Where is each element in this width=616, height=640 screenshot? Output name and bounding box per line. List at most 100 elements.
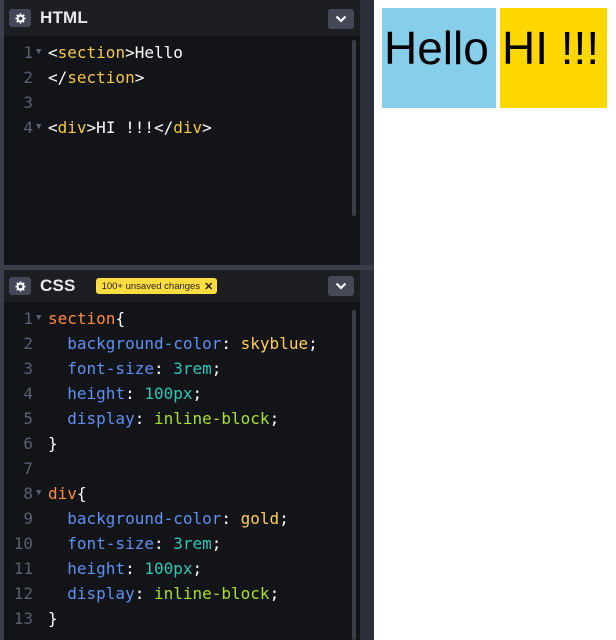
line-number: 6 [23, 434, 33, 453]
code-text: section{ [48, 306, 125, 331]
code-token: ; [211, 534, 222, 553]
css-code-line[interactable]: 12 display: inline-block; [4, 581, 344, 606]
code-token: background-color [67, 509, 222, 528]
css-code-line[interactable]: 11 height: 100px; [4, 556, 344, 581]
html-settings-button[interactable] [9, 9, 31, 27]
line-number: 8 [23, 484, 33, 503]
unsaved-changes-badge[interactable]: 100+ unsaved changes ✕ [95, 278, 218, 294]
code-token: { [76, 484, 87, 503]
code-token: div [57, 118, 87, 137]
code-text: font-size: 3rem; [48, 356, 221, 381]
code-token: } [48, 434, 58, 453]
code-text: display: inline-block; [48, 581, 279, 606]
code-text: height: 100px; [48, 381, 202, 406]
line-number: 11 [13, 559, 33, 578]
html-editor-panel: HTML 1 ▼ <section>Hello 2 </section> 3 4 ▼ <div>… [4, 0, 360, 265]
line-number: 9 [23, 509, 33, 528]
css-code-line[interactable]: 5 display: inline-block; [4, 406, 344, 431]
html-collapse-button[interactable] [328, 9, 354, 29]
code-token: } [48, 609, 58, 628]
html-code-line[interactable]: 2 </section> [4, 65, 344, 90]
code-token: >HI !!!</ [86, 118, 174, 137]
css-code-line[interactable]: 13} [4, 606, 344, 631]
code-text: display: inline-block; [48, 406, 279, 431]
code-text: background-color: gold; [48, 506, 289, 531]
code-token: > [134, 68, 145, 87]
code-token: 100px [144, 559, 193, 578]
html-scrollbar[interactable] [352, 40, 356, 216]
code-token: < [48, 118, 58, 137]
code-token: section [48, 309, 116, 328]
code-token: : [221, 334, 241, 353]
fold-arrow-icon[interactable]: ▼ [36, 115, 41, 140]
css-code-line[interactable]: 6} [4, 431, 344, 456]
code-token: : [134, 409, 154, 428]
html-panel-header: HTML [4, 0, 360, 36]
code-token: gold [240, 509, 280, 528]
code-token: : [153, 534, 174, 553]
code-token: : [125, 384, 145, 403]
code-token: 3rem [173, 359, 212, 378]
gear-icon [14, 12, 26, 24]
code-token: ; [192, 559, 203, 578]
code-text: height: 100px; [48, 556, 202, 581]
fold-arrow-icon[interactable]: ▼ [36, 306, 41, 331]
line-number: 2 [23, 334, 33, 353]
css-scrollbar[interactable] [352, 310, 356, 640]
close-icon[interactable]: ✕ [204, 280, 213, 293]
code-token: background-color [67, 334, 222, 353]
code-token: div [173, 118, 203, 137]
code-text: background-color: skyblue; [48, 331, 318, 356]
preview-section-box: Hello [382, 8, 496, 108]
code-token: ; [192, 384, 203, 403]
code-token: ; [308, 334, 318, 353]
result-preview: Hello HI !!! [374, 0, 616, 640]
code-token: div [48, 484, 77, 503]
css-code-line[interactable]: 9 background-color: gold; [4, 506, 344, 531]
code-token: : [125, 559, 145, 578]
code-token: ; [269, 584, 280, 603]
gear-icon [14, 280, 26, 292]
css-settings-button[interactable] [9, 277, 31, 295]
chevron-down-icon [335, 15, 347, 23]
unsaved-changes-label: 100+ unsaved changes [101, 280, 201, 292]
line-number: 13 [13, 609, 33, 628]
css-code-line[interactable]: 8 ▼ div{ [4, 481, 344, 506]
html-panel-title: HTML [40, 8, 89, 27]
line-number: 5 [23, 409, 33, 428]
code-token: < [48, 43, 58, 62]
css-code-line[interactable]: 1 ▼ section{ [4, 306, 344, 331]
css-code-line[interactable]: 10 font-size: 3rem; [4, 531, 344, 556]
code-token: inline-block [153, 584, 270, 603]
code-token: ; [211, 359, 222, 378]
line-number: 10 [13, 534, 33, 553]
html-code-area[interactable]: 1 ▼ <section>Hello 2 </section> 3 4 ▼ <div>HI !!… [4, 36, 360, 265]
code-text: font-size: 3rem; [48, 531, 221, 556]
css-code-line[interactable]: 3 font-size: 3rem; [4, 356, 344, 381]
preview-div-box: HI !!! [500, 8, 607, 108]
line-number: 3 [23, 93, 33, 112]
css-editor-panel: CSS 100+ unsaved changes ✕ 1 ▼ section{2 b… [4, 270, 360, 640]
css-code-area[interactable]: 1 ▼ section{2 background-color: skyblue; 3 … [4, 302, 360, 640]
code-token: inline-block [153, 409, 270, 428]
html-code-line[interactable]: 4 ▼ <div>HI !!!</div> [4, 115, 344, 140]
css-code-line[interactable]: 4 height: 100px; [4, 381, 344, 406]
html-code-line[interactable]: 1 ▼ <section>Hello [4, 40, 344, 65]
fold-arrow-icon[interactable]: ▼ [36, 481, 41, 506]
css-collapse-button[interactable] [328, 276, 354, 296]
code-token: height [67, 559, 126, 578]
html-code-line[interactable]: 3 [4, 90, 344, 115]
code-token: section [67, 68, 135, 87]
code-text: } [48, 606, 58, 631]
code-token: >Hello [125, 43, 183, 62]
line-number: 3 [23, 359, 33, 378]
css-code-line[interactable]: 2 background-color: skyblue; [4, 331, 344, 356]
css-code-line[interactable]: 7 [4, 456, 344, 481]
code-token: : [221, 509, 241, 528]
fold-arrow-icon[interactable]: ▼ [36, 40, 41, 65]
line-number: 2 [23, 68, 33, 87]
